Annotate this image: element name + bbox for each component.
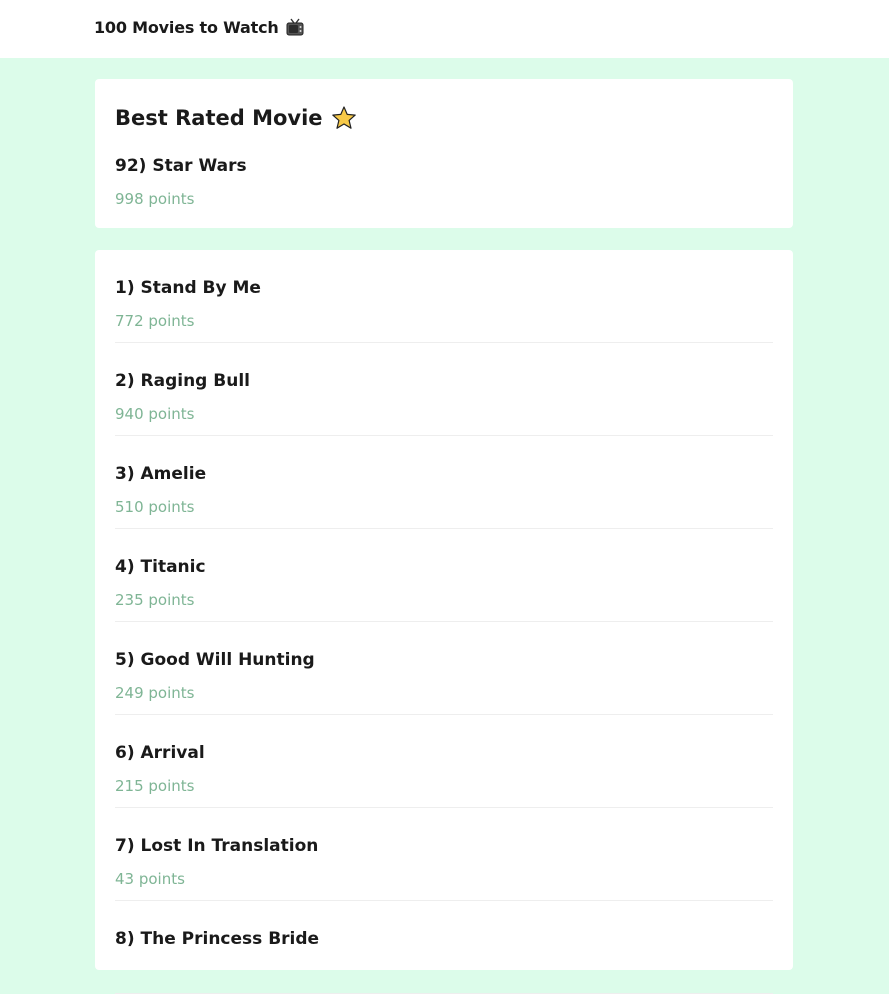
- movie-name[interactable]: 7) Lost In Translation: [115, 836, 318, 856]
- list-item[interactable]: 4) Titanic 235 points: [115, 529, 773, 622]
- top-bar: 100 Movies to Watch: [0, 0, 889, 58]
- star-icon: [331, 105, 357, 131]
- list-item[interactable]: 7) Lost In Translation 43 points: [115, 808, 773, 901]
- best-rated-card: Best Rated Movie 92) Star Wars 998 point…: [95, 79, 793, 228]
- movie-name[interactable]: 4) Titanic: [115, 557, 206, 577]
- movie-points: 235 points: [115, 591, 195, 609]
- movie-name[interactable]: 6) Arrival: [115, 743, 205, 763]
- movie-name[interactable]: 2) Raging Bull: [115, 371, 250, 391]
- movie-points: 215 points: [115, 777, 195, 795]
- best-rated-heading-text: Best Rated Movie: [115, 106, 323, 130]
- best-rated-heading: Best Rated Movie: [115, 105, 357, 131]
- list-item[interactable]: 3) Amelie 510 points: [115, 436, 773, 529]
- movie-points: 940 points: [115, 405, 195, 423]
- list-item[interactable]: 6) Arrival 215 points: [115, 715, 773, 808]
- movie-points: 510 points: [115, 498, 195, 516]
- movie-points: 772 points: [115, 312, 195, 330]
- best-movie-name[interactable]: 92) Star Wars: [115, 156, 247, 176]
- movie-name[interactable]: 3) Amelie: [115, 464, 206, 484]
- movie-points: 249 points: [115, 684, 195, 702]
- movie-list-card: 1) Stand By Me 772 points 2) Raging Bull…: [95, 250, 793, 994]
- tv-icon: [285, 17, 305, 37]
- app-title[interactable]: 100 Movies to Watch: [94, 17, 305, 37]
- list-item[interactable]: 1) Stand By Me 772 points: [115, 250, 773, 343]
- list-item[interactable]: 8) The Princess Bride: [115, 901, 773, 994]
- list-item[interactable]: 2) Raging Bull 940 points: [115, 343, 773, 436]
- app-title-text: 100 Movies to Watch: [94, 17, 279, 37]
- movie-points: 43 points: [115, 870, 185, 888]
- best-movie-points: 998 points: [115, 190, 195, 208]
- movie-name[interactable]: 1) Stand By Me: [115, 278, 261, 298]
- movie-name[interactable]: 5) Good Will Hunting: [115, 650, 315, 670]
- movie-list: 1) Stand By Me 772 points 2) Raging Bull…: [95, 250, 793, 994]
- movie-name[interactable]: 8) The Princess Bride: [115, 929, 319, 949]
- list-item[interactable]: 5) Good Will Hunting 249 points: [115, 622, 773, 715]
